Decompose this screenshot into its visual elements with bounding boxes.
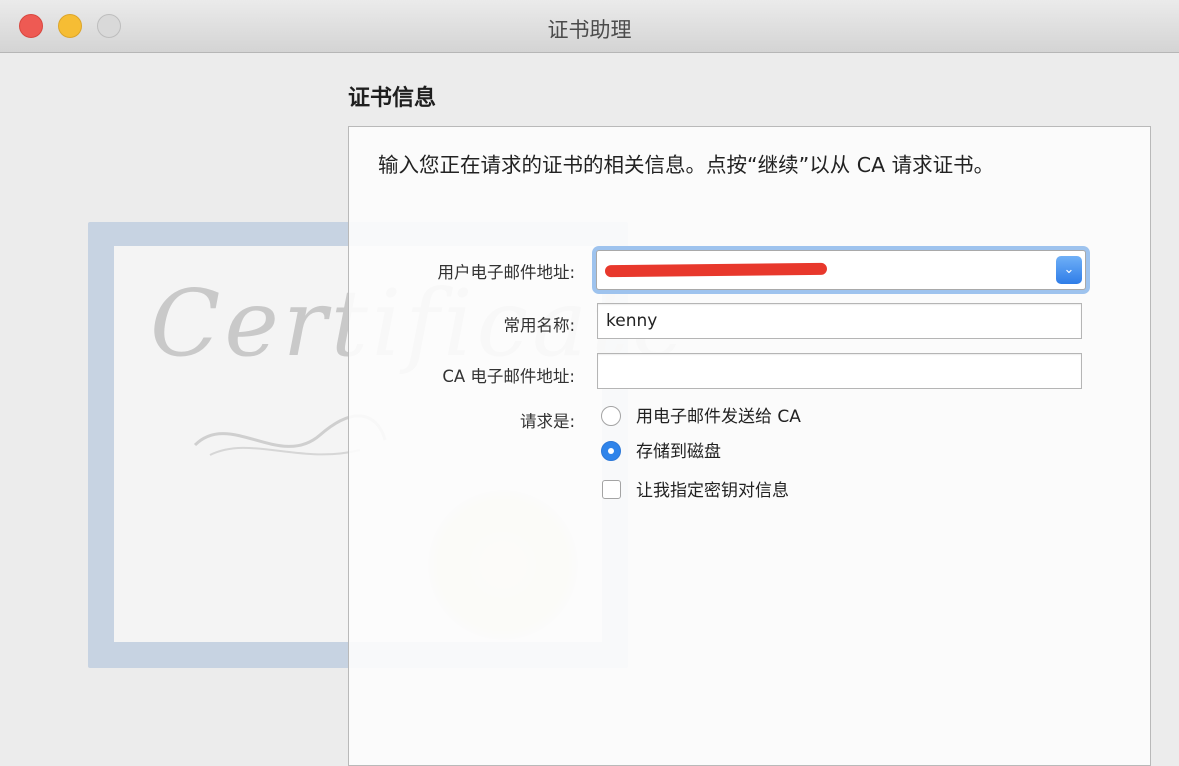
- ca-email-label: CA 电子邮件地址:: [442, 367, 575, 386]
- email-select[interactable]: ⌄: [596, 250, 1086, 290]
- instructions-text: 输入您正在请求的证书的相关信息。点按“继续”以从 CA 请求证书。: [378, 153, 995, 177]
- request-label: 请求是:: [519, 412, 575, 431]
- ca-email-input[interactable]: [597, 353, 1082, 389]
- content-panel: [348, 126, 1151, 766]
- title-bar: 证书助理: [0, 0, 1179, 53]
- email-to-ca-label[interactable]: 用电子邮件发送给 CA: [636, 403, 801, 431]
- email-label: 用户电子邮件地址:: [437, 263, 575, 282]
- chevron-down-icon[interactable]: ⌄: [1056, 256, 1082, 284]
- specify-key-pair-checkbox[interactable]: [602, 480, 621, 499]
- section-title: 证书信息: [348, 86, 437, 111]
- certificate-assistant-window: 证书助理 证书信息 Certificate 输入您正在请求的证书的相关信息。点按…: [0, 0, 1179, 766]
- redacted-email-value: [604, 262, 828, 278]
- common-name-label: 常用名称:: [503, 316, 575, 335]
- email-to-ca-radio[interactable]: [601, 406, 621, 426]
- save-to-disk-label[interactable]: 存储到磁盘: [636, 438, 721, 466]
- common-name-input[interactable]: [597, 303, 1082, 339]
- save-to-disk-radio[interactable]: [601, 441, 621, 461]
- specify-key-pair-label[interactable]: 让我指定密钥对信息: [636, 477, 789, 505]
- window-title: 证书助理: [547, 18, 632, 42]
